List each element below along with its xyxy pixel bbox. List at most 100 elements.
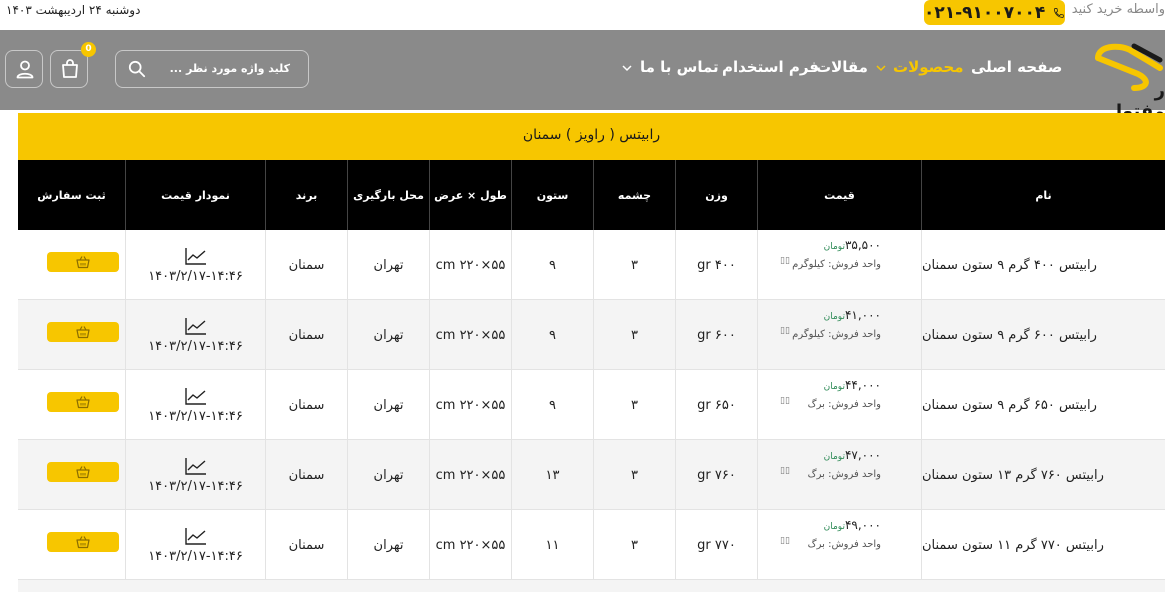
price-cell: ۴۷,۰۰۰تومان واحد فروش: برگ ▯▯ [757, 440, 921, 510]
column-header-size: طول × عرض [429, 160, 511, 230]
price-value: ۴۹,۰۰۰ [844, 518, 881, 532]
sale-unit: واحد فروش: برگ [807, 469, 881, 480]
price-update-date: ۱۴۰۳/۲/۱۷-۱۴:۴۶ [148, 548, 243, 564]
line-chart-icon[interactable] [184, 527, 207, 545]
price-box: ۴۷,۰۰۰تومان واحد فروش: برگ [808, 448, 881, 480]
basket-icon [76, 466, 90, 479]
price-table-header: نام قیمت وزن چشمه ستون طول × عرض محل بار… [18, 160, 1165, 230]
basket-icon [76, 326, 90, 339]
order-cell [18, 300, 125, 370]
order-cell [18, 230, 125, 300]
price-chart-cell[interactable]: ۱۴۰۳/۲/۱۷-۱۴:۴۶ [125, 370, 265, 440]
order-cell [18, 510, 125, 580]
product-name[interactable]: رابیتس ۶۵۰ گرم ۹ ستون سمنان [921, 370, 1165, 440]
order-button[interactable] [47, 532, 119, 552]
price-line: ۴۱,۰۰۰تومان [792, 308, 881, 322]
column-header-brand: برند [265, 160, 347, 230]
size-cell: ۵۵×۲۲۰ cm [429, 370, 511, 440]
column-cell: ۱۱ [511, 510, 593, 580]
line-chart-icon[interactable] [184, 387, 207, 405]
price-box: ۴۴,۰۰۰تومان واحد فروش: برگ [808, 378, 881, 410]
price-cell: ۳۵,۵۰۰تومان واحد فروش: کیلوگرم ▯▯ [757, 230, 921, 300]
product-name[interactable]: رابیتس ۴۰۰ گرم ۹ ستون سمنان [921, 230, 1165, 300]
sale-unit: واحد فروش: کیلوگرم [792, 259, 881, 270]
buy-via-text: واسطه خرید کنید [1071, 2, 1165, 17]
price-chart-cell[interactable]: ۱۴۰۳/۲/۱۷-۱۴:۴۶ [125, 510, 265, 580]
product-name[interactable]: رابیتس ۶۰۰ گرم ۹ ستون سمنان [921, 300, 1165, 370]
search-placeholder: کلید واژه مورد نظر ... [169, 62, 290, 75]
column-header-price: قیمت [757, 160, 921, 230]
table-row: رابیتس ۶۰۰ گرم ۹ ستون سمنان ۴۱,۰۰۰تومان … [18, 300, 1165, 370]
order-button[interactable] [47, 252, 119, 272]
price-value: ۴۱,۰۰۰ [844, 308, 881, 322]
info-icon[interactable]: ▯▯ [780, 256, 790, 266]
location-cell: تهران [347, 440, 429, 510]
user-icon [16, 60, 34, 79]
price-value: ۴۷,۰۰۰ [844, 448, 881, 462]
nav-home[interactable]: صفحه اصلی [971, 58, 1062, 76]
weight-cell: ۶۰۰ gr [675, 300, 757, 370]
line-chart-icon[interactable] [184, 317, 207, 335]
nav-products[interactable]: محصولات [893, 58, 964, 76]
info-icon[interactable]: ▯▯ [780, 396, 790, 406]
location-cell: تهران [347, 230, 429, 300]
table-row-partial [18, 580, 1165, 592]
account-button[interactable] [5, 50, 43, 88]
weight-cell: ۷۶۰ gr [675, 440, 757, 510]
info-icon[interactable]: ▯▯ [780, 326, 790, 336]
nav-articles[interactable]: مقالات [816, 58, 868, 76]
price-chart-cell[interactable]: ۱۴۰۳/۲/۱۷-۱۴:۴۶ [125, 300, 265, 370]
column-header-price-chart: نمودار قیمت [125, 160, 265, 230]
mesh-cell: ۳ [593, 510, 675, 580]
price-box: ۴۹,۰۰۰تومان واحد فروش: برگ [808, 518, 881, 550]
mesh-cell: ۳ [593, 440, 675, 510]
brand-cell: سمنان [265, 230, 347, 300]
price-cell: ۴۱,۰۰۰تومان واحد فروش: کیلوگرم ▯▯ [757, 300, 921, 370]
line-chart-icon[interactable] [184, 457, 207, 475]
size-cell: ۵۵×۲۲۰ cm [429, 440, 511, 510]
order-button[interactable] [47, 462, 119, 482]
order-cell [18, 440, 125, 510]
line-chart-icon[interactable] [184, 247, 207, 265]
category-title: رابیتس ( راویز ) سمنان [522, 127, 661, 143]
price-line: ۴۹,۰۰۰تومان [808, 518, 881, 532]
mesh-cell: ۳ [593, 370, 675, 440]
shopping-bag-icon [62, 59, 78, 78]
phone-button[interactable]: ۰۲۱-۹۱۰۰۷۰۰۴ [924, 0, 1065, 25]
currency-label: تومان [823, 382, 845, 392]
order-button[interactable] [47, 392, 119, 412]
brand-cell: سمنان [265, 300, 347, 370]
search-box[interactable]: کلید واژه مورد نظر ... [115, 50, 309, 88]
product-name[interactable]: رابیتس ۷۷۰ گرم ۱۱ ستون سمنان [921, 510, 1165, 580]
price-update-date: ۱۴۰۳/۲/۱۷-۱۴:۴۶ [148, 338, 243, 354]
search-icon[interactable] [128, 60, 146, 78]
price-box: ۴۱,۰۰۰تومان واحد فروش: کیلوگرم [792, 308, 881, 340]
info-icon[interactable]: ▯▯ [780, 536, 790, 546]
sale-unit: واحد فروش: کیلوگرم [792, 329, 881, 340]
chevron-down-icon [876, 65, 886, 72]
brand-cell: سمنان [265, 370, 347, 440]
price-cell: ۴۹,۰۰۰تومان واحد فروش: برگ ▯▯ [757, 510, 921, 580]
column-header-column: ستون [511, 160, 593, 230]
product-name[interactable]: رابیتس ۷۶۰ گرم ۱۳ ستون سمنان [921, 440, 1165, 510]
price-line: ۳۵,۵۰۰تومان [792, 238, 881, 252]
column-cell: ۹ [511, 230, 593, 300]
cart-button[interactable] [50, 50, 88, 88]
location-cell: تهران [347, 300, 429, 370]
mesh-cell: ۳ [593, 230, 675, 300]
column-header-order: ثبت سفارش [37, 188, 106, 202]
size-cell: ۵۵×۲۲۰ cm [429, 300, 511, 370]
brand-cell: سمنان [265, 440, 347, 510]
price-cell: ۴۴,۰۰۰تومان واحد فروش: برگ ▯▯ [757, 370, 921, 440]
nav-contact[interactable]: تماس با ما [640, 58, 719, 76]
price-value: ۴۴,۰۰۰ [844, 378, 881, 392]
main-header: ر مفتول صفحه اصلی محصولات مقالات فرم است… [0, 30, 1165, 122]
nav-employment-form[interactable]: فرم استخدام [722, 58, 819, 76]
price-chart-cell[interactable]: ۱۴۰۳/۲/۱۷-۱۴:۴۶ [125, 440, 265, 510]
price-update-date: ۱۴۰۳/۲/۱۷-۱۴:۴۶ [148, 268, 243, 284]
order-button[interactable] [47, 322, 119, 342]
column-cell: ۹ [511, 300, 593, 370]
info-icon[interactable]: ▯▯ [780, 466, 790, 476]
price-chart-cell[interactable]: ۱۴۰۳/۲/۱۷-۱۴:۴۶ [125, 230, 265, 300]
sale-unit: واحد فروش: برگ [807, 539, 881, 550]
